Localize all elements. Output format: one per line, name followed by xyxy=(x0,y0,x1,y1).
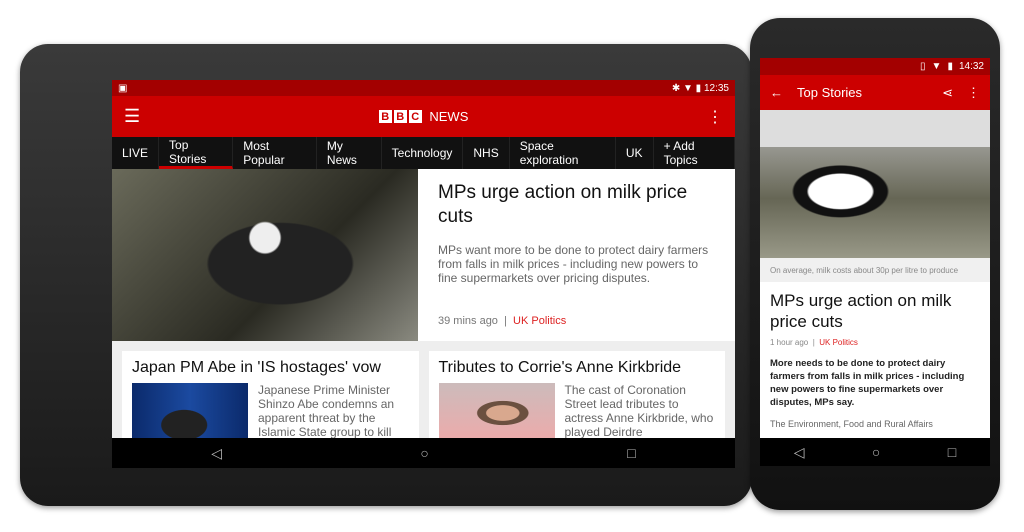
tab-uk[interactable]: UK xyxy=(616,137,654,169)
article-image xyxy=(760,110,990,258)
hero-time: 39 mins ago xyxy=(438,315,498,327)
story-title: Japan PM Abe in 'IS hostages' vow xyxy=(132,359,381,376)
share-icon[interactable]: ⋖ xyxy=(942,85,953,101)
recents-nav-icon[interactable]: □ xyxy=(948,444,956,460)
more-options-icon[interactable]: ⋮ xyxy=(707,107,723,127)
hero-story[interactable]: MPs urge action on milk price cuts MPs w… xyxy=(112,169,735,341)
story-image xyxy=(132,383,248,443)
navigation-bar: ◁ ○ □ xyxy=(760,438,990,466)
tablet-screen: ▣ ✱ ▼ ▮ 12:35 ☰ BBC NEWS ⋮ LIVE Top Stor… xyxy=(112,80,735,468)
tab-technology[interactable]: Technology xyxy=(382,137,464,169)
battery-icon: ▮ xyxy=(695,82,702,94)
story-title: Tributes to Corrie's Anne Kirkbride xyxy=(438,359,682,376)
status-time: 12:35 xyxy=(703,82,729,94)
article-time: 1 hour ago xyxy=(770,338,809,347)
wifi-icon: ▼ xyxy=(931,61,942,72)
app-bar: ← Top Stories ⋖ ⋮ xyxy=(760,75,990,110)
battery-icon: ▮ xyxy=(947,61,953,72)
back-arrow-icon[interactable]: ← xyxy=(770,85,783,100)
status-bar: ▣ ✱ ▼ ▮ 12:35 xyxy=(112,80,735,96)
tab-live[interactable]: LIVE xyxy=(112,137,160,169)
tab-most-popular[interactable]: Most Popular xyxy=(233,137,317,169)
recents-nav-icon[interactable]: □ xyxy=(627,445,635,461)
wifi-icon: ▼ xyxy=(682,82,693,94)
home-nav-icon[interactable]: ○ xyxy=(420,445,428,461)
vibrate-icon: ▯ xyxy=(920,61,926,72)
image-icon: ▣ xyxy=(118,82,128,94)
article-headline: MPs urge action on milk price cuts xyxy=(770,291,952,331)
hero-image xyxy=(112,169,418,341)
hero-summary: MPs want more to be done to protect dair… xyxy=(438,243,709,285)
article-section-link[interactable]: UK Politics xyxy=(819,338,858,347)
bbc-news-logo: BBC NEWS xyxy=(378,109,468,124)
phone-screen: ▯ ▼ ▮ 14:32 ← Top Stories ⋖ ⋮ On average, m… xyxy=(760,58,990,466)
tab-add-topics[interactable]: + Add Topics xyxy=(654,137,735,169)
article-body: The Environment, Food and Rural Affairs xyxy=(770,419,933,429)
story-summary: The cast of Coronation Street lead tribu… xyxy=(564,383,714,439)
navigation-bar: ◁ ○ □ xyxy=(112,438,735,468)
story-summary: Japanese Prime Minister Shinzo Abe conde… xyxy=(258,383,395,439)
back-nav-icon[interactable]: ◁ xyxy=(794,444,805,461)
tab-space-exploration[interactable]: Space exploration xyxy=(510,137,616,169)
status-time: 14:32 xyxy=(958,61,984,72)
hero-section-link[interactable]: UK Politics xyxy=(513,315,566,327)
bluetooth-icon: ✱ xyxy=(671,82,681,94)
image-caption: On average, milk costs about 30p per lit… xyxy=(760,258,990,282)
page-title: Top Stories xyxy=(797,85,863,100)
tab-top-stories[interactable]: Top Stories xyxy=(159,137,234,169)
menu-icon[interactable]: ☰ xyxy=(124,106,140,127)
story-image xyxy=(438,383,555,443)
back-nav-icon[interactable]: ◁ xyxy=(211,445,222,462)
story-card[interactable]: Tributes to Corrie's Anne Kirkbride The … xyxy=(428,351,725,451)
status-bar: ▯ ▼ ▮ 14:32 xyxy=(760,58,990,75)
more-options-icon[interactable]: ⋮ xyxy=(967,85,980,101)
app-bar: ☰ BBC NEWS ⋮ xyxy=(112,96,735,137)
story-card[interactable]: Japan PM Abe in 'IS hostages' vow Japane… xyxy=(122,351,419,451)
topic-tabs: LIVE Top Stories Most Popular My News Te… xyxy=(112,137,735,169)
article-intro: More needs to be done to protect dairy f… xyxy=(770,358,965,408)
tab-nhs[interactable]: NHS xyxy=(463,137,510,169)
hero-title[interactable]: MPs urge action on milk price cuts xyxy=(438,181,715,229)
home-nav-icon[interactable]: ○ xyxy=(872,444,880,460)
tab-my-news[interactable]: My News xyxy=(317,137,382,169)
